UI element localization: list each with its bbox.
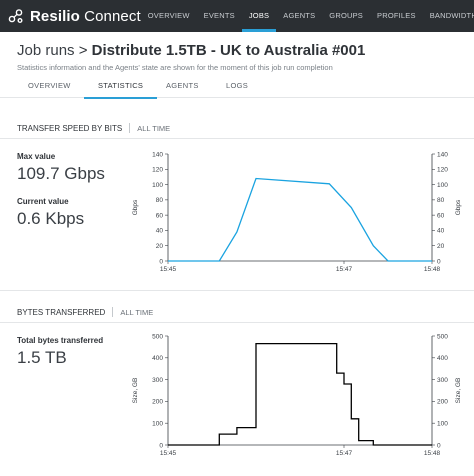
breadcrumb-job-runs[interactable]: Job runs: [17, 42, 75, 59]
brand-logo[interactable]: Resilio Connect: [0, 8, 141, 25]
bytes-transferred-title: BYTES TRANSFERRED: [17, 307, 106, 317]
series-line: [168, 342, 432, 446]
y-tick-label-right: 40: [437, 228, 445, 235]
y-tick-label-right: 140: [437, 151, 448, 158]
y-tick-label-left: 140: [152, 151, 163, 158]
main-nav: OVERVIEW EVENTS JOBS AGENTS GROUPS PROFILES BA…: [141, 0, 474, 32]
y-tick-label-right: 500: [437, 333, 448, 340]
transfer-speed-range-selector[interactable]: ALL TIME: [137, 124, 170, 133]
y-axis-title-right: Size, GB: [455, 378, 462, 404]
x-tick-label: 15:47: [336, 266, 353, 273]
tab-logs[interactable]: LOGS: [226, 74, 248, 98]
y-tick-label-right: 200: [437, 399, 448, 406]
y-tick-label-right: 100: [437, 182, 448, 189]
nav-item-groups[interactable]: GROUPS: [322, 0, 370, 32]
y-axis-title-right: Gbps: [455, 199, 462, 215]
brand-name: Resilio Connect: [30, 8, 141, 25]
y-tick-label-left: 200: [152, 399, 163, 406]
y-tick-label-left: 20: [156, 243, 164, 250]
y-tick-label-right: 120: [437, 167, 448, 174]
section-divider: [0, 322, 474, 323]
y-tick-label-right: 400: [437, 355, 448, 362]
series-line: [168, 177, 432, 262]
brand-name-bold: Resilio: [30, 7, 80, 25]
bytes-transferred-range-selector[interactable]: ALL TIME: [120, 308, 153, 317]
x-tick-label: 15:45: [160, 450, 177, 457]
y-tick-label-left: 60: [156, 212, 164, 219]
y-axis-title-left: Gbps: [132, 199, 139, 215]
y-tick-label-left: 0: [159, 442, 163, 449]
y-tick-label-right: 100: [437, 421, 448, 428]
y-tick-label-left: 300: [152, 377, 163, 384]
nav-item-profiles[interactable]: PROFILES: [370, 0, 423, 32]
y-axis-title-left: Size, GB: [132, 378, 139, 404]
transfer-speed-chart: 0 0 20 20 40 40 60 60 80 80 100 100 120 120 140 140 15:4…: [132, 151, 462, 273]
nav-item-overview[interactable]: OVERVIEW: [141, 0, 197, 32]
y-tick-label-right: 80: [437, 197, 445, 204]
y-tick-label-left: 100: [152, 421, 163, 428]
breadcrumb-separator: >: [78, 42, 88, 59]
y-tick-label-left: 120: [152, 167, 163, 174]
page-title: Job runs > Distribute 1.5TB - UK to Aust…: [17, 42, 365, 59]
nav-item-jobs[interactable]: JOBS: [241, 0, 277, 32]
x-tick-label: 15:47: [336, 450, 353, 457]
job-run-tabs: OVERVIEW STATISTICS AGENTS LOGS: [0, 74, 474, 99]
y-tick-label-right: 20: [437, 243, 445, 250]
transfer-speed-title: TRANSFER SPEED BY BITS: [17, 123, 123, 133]
x-tick-label: 15:48: [424, 450, 441, 457]
nav-item-agents[interactable]: AGENTS: [276, 0, 322, 32]
y-tick-label-left: 80: [156, 197, 164, 204]
y-tick-label-left: 400: [152, 355, 163, 362]
y-tick-label-right: 0: [437, 258, 441, 265]
x-tick-label: 15:45: [160, 266, 177, 273]
resilio-logo-icon: [8, 9, 23, 23]
section-divider: [0, 290, 474, 291]
y-tick-label-right: 60: [437, 212, 445, 219]
y-tick-label-left: 40: [156, 228, 164, 235]
tab-statistics[interactable]: STATISTICS: [83, 74, 158, 99]
y-tick-label-right: 0: [437, 442, 441, 449]
y-tick-label-left: 500: [152, 333, 163, 340]
bytes-transferred-chart: 0 0 100 100 200 200 300 300 400 400 500 500 15:45 15:…: [132, 333, 462, 457]
page-subtitle: Statistics information and the Agents' s…: [17, 63, 333, 72]
section-divider: [0, 138, 474, 139]
x-tick-label: 15:48: [424, 266, 441, 273]
y-tick-label-left: 0: [159, 258, 163, 265]
tab-agents[interactable]: AGENTS: [166, 74, 199, 98]
brand-name-light: Connect: [84, 7, 141, 25]
transfer-speed-header: TRANSFER SPEED BY BITS ALL TIME: [17, 123, 170, 133]
nav-item-events[interactable]: EVENTS: [197, 0, 242, 32]
top-navbar: Resilio Connect OVERVIEW EVENTS JOBS AGENTS…: [0, 0, 474, 32]
y-tick-label-left: 100: [152, 182, 163, 189]
nav-item-bandwidth[interactable]: BANDWIDTH: [423, 0, 474, 32]
header-separator: [112, 307, 114, 317]
job-run-name: Distribute 1.5TB - UK to Australia #001: [91, 42, 366, 59]
header-separator: [129, 123, 131, 133]
bytes-transferred-header: BYTES TRANSFERRED ALL TIME: [17, 307, 153, 317]
y-tick-label-right: 300: [437, 377, 448, 384]
tab-overview[interactable]: OVERVIEW: [28, 74, 71, 98]
